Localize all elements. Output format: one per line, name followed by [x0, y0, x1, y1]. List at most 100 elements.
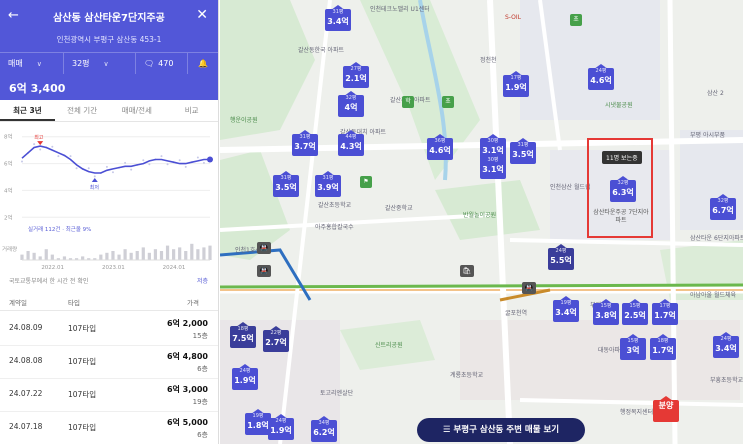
subway-station-icon[interactable]: 🚇: [522, 282, 536, 294]
volume-bar: [38, 256, 42, 260]
map-view[interactable]: 인천테크노밸리 U1센터S-OIL갈산동한국 아파트정천천갈산주공 아파트시냇물…: [220, 0, 743, 444]
price-marker[interactable]: 24평 3.4억: [713, 332, 739, 358]
price-marker[interactable]: 19평 3.4억: [553, 296, 579, 322]
deal-type-select[interactable]: 매매 ∨: [0, 53, 64, 74]
map-place-label: 갈산동한국 아파트: [298, 47, 345, 54]
subway-station-icon[interactable]: 🚇: [257, 265, 271, 277]
trade-type: 107타입: [68, 357, 97, 366]
trade-type: 107타입: [68, 324, 97, 333]
trade-dot: [202, 161, 205, 164]
price-marker[interactable]: 22평 2.7억: [263, 326, 289, 352]
map-place-label: S-OIL: [505, 14, 521, 21]
volume-bar: [62, 256, 67, 260]
trade-date: 24.08.09: [9, 323, 43, 332]
x-tick-label: 2023.01: [102, 265, 125, 271]
trade-floor: 15층: [192, 332, 208, 340]
close-icon[interactable]: ✕: [196, 7, 208, 23]
price-marker[interactable]: 15평 2.5억: [622, 299, 648, 325]
marker-price: 3.5억: [512, 150, 534, 159]
price-marker[interactable]: 31평 3.4억: [325, 5, 351, 31]
map-place-label: 계룡초등학교: [450, 372, 484, 379]
price-marker[interactable]: 30평 3.1억: [480, 153, 506, 179]
marker-price: 1.9억: [270, 426, 292, 435]
current-price-dot: [207, 156, 213, 163]
marker-price: 3.4억: [555, 308, 577, 317]
trade-dot: [69, 155, 72, 158]
high-marker: [37, 141, 44, 146]
trade-dot: [105, 165, 108, 168]
tab-recent-3y[interactable]: 최근 3년: [0, 100, 55, 121]
map-place-label: 삼산 2: [707, 90, 724, 97]
price-marker[interactable]: 15평 3억: [620, 334, 646, 360]
price-marker[interactable]: 32평 4억: [338, 91, 364, 117]
marker-size: 30평: [487, 157, 499, 163]
price-marker[interactable]: 24평 1.9억: [232, 364, 258, 390]
school-icon[interactable]: 초: [442, 96, 454, 108]
price-marker[interactable]: 18평 7.5억: [230, 322, 256, 348]
map-place-label: 아주홍합칼국수: [315, 224, 354, 231]
marker-price: 1.7억: [652, 346, 674, 355]
nearby-listings-button[interactable]: ☰ 부평구 삼산동 주변 매물 보기: [417, 418, 585, 442]
trade-row[interactable]: 24.08.08 107타입 6억 4,800 6층: [0, 346, 218, 379]
volume-bar: [99, 254, 103, 260]
map-place-label: 아남아울 월드체육: [690, 292, 737, 299]
marker-size: 31평: [322, 175, 334, 181]
marker-price: 7.5억: [232, 334, 254, 343]
shopping-bag-icon[interactable]: 🛍: [460, 265, 474, 277]
marker-price: 3.5억: [275, 183, 297, 192]
trade-price: 6억 5,000: [166, 418, 208, 427]
volume-bar: [129, 252, 133, 260]
map-place-label: 정천천: [480, 57, 497, 64]
marker-price: 2.1억: [345, 74, 367, 83]
detail-panel: ← 삼산동 삼산타운7단지주공 ✕ 인천광역시 부평구 삼산동 453-1 매매…: [0, 0, 219, 444]
marker-size: 31평: [332, 9, 344, 15]
price-marker[interactable]: 27평 2.1억: [343, 62, 369, 88]
map-place-label: 인천삼산 월드컵: [550, 184, 591, 191]
tab-compare[interactable]: 비교: [164, 100, 218, 121]
tab-sale-lease[interactable]: 매매/전세: [110, 100, 165, 121]
school-icon[interactable]: 학: [402, 96, 414, 108]
school-icon[interactable]: 초: [570, 14, 582, 26]
price-marker[interactable]: 17평 1.9억: [503, 71, 529, 97]
size-select[interactable]: 32평 ∨: [64, 53, 136, 74]
trade-row[interactable]: 24.07.22 107타입 6억 3,000 19층: [0, 379, 218, 412]
volume-bar: [184, 251, 188, 260]
price-marker[interactable]: 31평 3.5억: [273, 171, 299, 197]
price-marker[interactable]: 34평 6.2억: [311, 416, 337, 442]
marker-size: 17평: [510, 75, 522, 81]
alarm-button[interactable]: 🔔: [188, 53, 218, 74]
volume-bar: [26, 251, 30, 260]
price-chart[interactable]: 8억 6억 4억 2억 최고최저실거래 112건 · 최근올 9% 거래량 2022.01 2…: [0, 124, 219, 274]
price-marker[interactable]: 15평 3.8억: [593, 299, 619, 325]
marker-size: 15평: [629, 303, 641, 309]
price-marker[interactable]: 31평 3.5억: [510, 138, 536, 164]
trade-dot: [39, 148, 42, 151]
price-marker[interactable]: 44평 4.3억: [338, 130, 364, 156]
price-marker[interactable]: 18평 1.7억: [650, 334, 676, 360]
price-marker[interactable]: 분양: [653, 396, 679, 422]
subway-station-icon[interactable]: 🚇: [257, 242, 271, 254]
trade-row[interactable]: 24.07.18 107타입 6억 5,000 6층: [0, 412, 218, 444]
trade-price: 6억 3,000: [166, 385, 208, 394]
marker-price: 3.7억: [294, 142, 316, 151]
price-marker[interactable]: 17평 1.7억: [652, 299, 678, 325]
trade-row[interactable]: 24.08.09 107타입 6억 2,000 15층: [0, 313, 218, 346]
price-marker[interactable]: 31평 3.7억: [292, 130, 318, 156]
marker-price: 3.4억: [327, 17, 349, 26]
selected-complex-label[interactable]: 삼산타운주공 7단지아파트: [591, 209, 651, 225]
price-marker[interactable]: 36평 4.6억: [427, 134, 453, 160]
marker-price: 분양: [658, 401, 674, 410]
price-marker[interactable]: 24평 4.6억: [588, 64, 614, 90]
price-marker[interactable]: 24평 5.5억: [548, 244, 574, 270]
tab-all-period[interactable]: 전체 기간: [55, 100, 110, 121]
volume-bar: [202, 247, 206, 260]
marker-size: 31평: [280, 175, 292, 181]
price-marker[interactable]: 24평 1.9억: [268, 414, 294, 440]
trade-table-header: 계약일 타입 가격: [0, 293, 218, 311]
map-place-label: 갈산초등학교: [318, 202, 352, 209]
comment-button[interactable]: 🗨 470: [136, 53, 188, 74]
price-marker[interactable]: 31평 3.9억: [315, 171, 341, 197]
trade-summary: 실거래 112건 · 최근올 9%: [28, 225, 91, 233]
price-marker[interactable]: 32평 6.7억: [710, 194, 736, 220]
flag-icon[interactable]: ⚑: [360, 176, 372, 188]
